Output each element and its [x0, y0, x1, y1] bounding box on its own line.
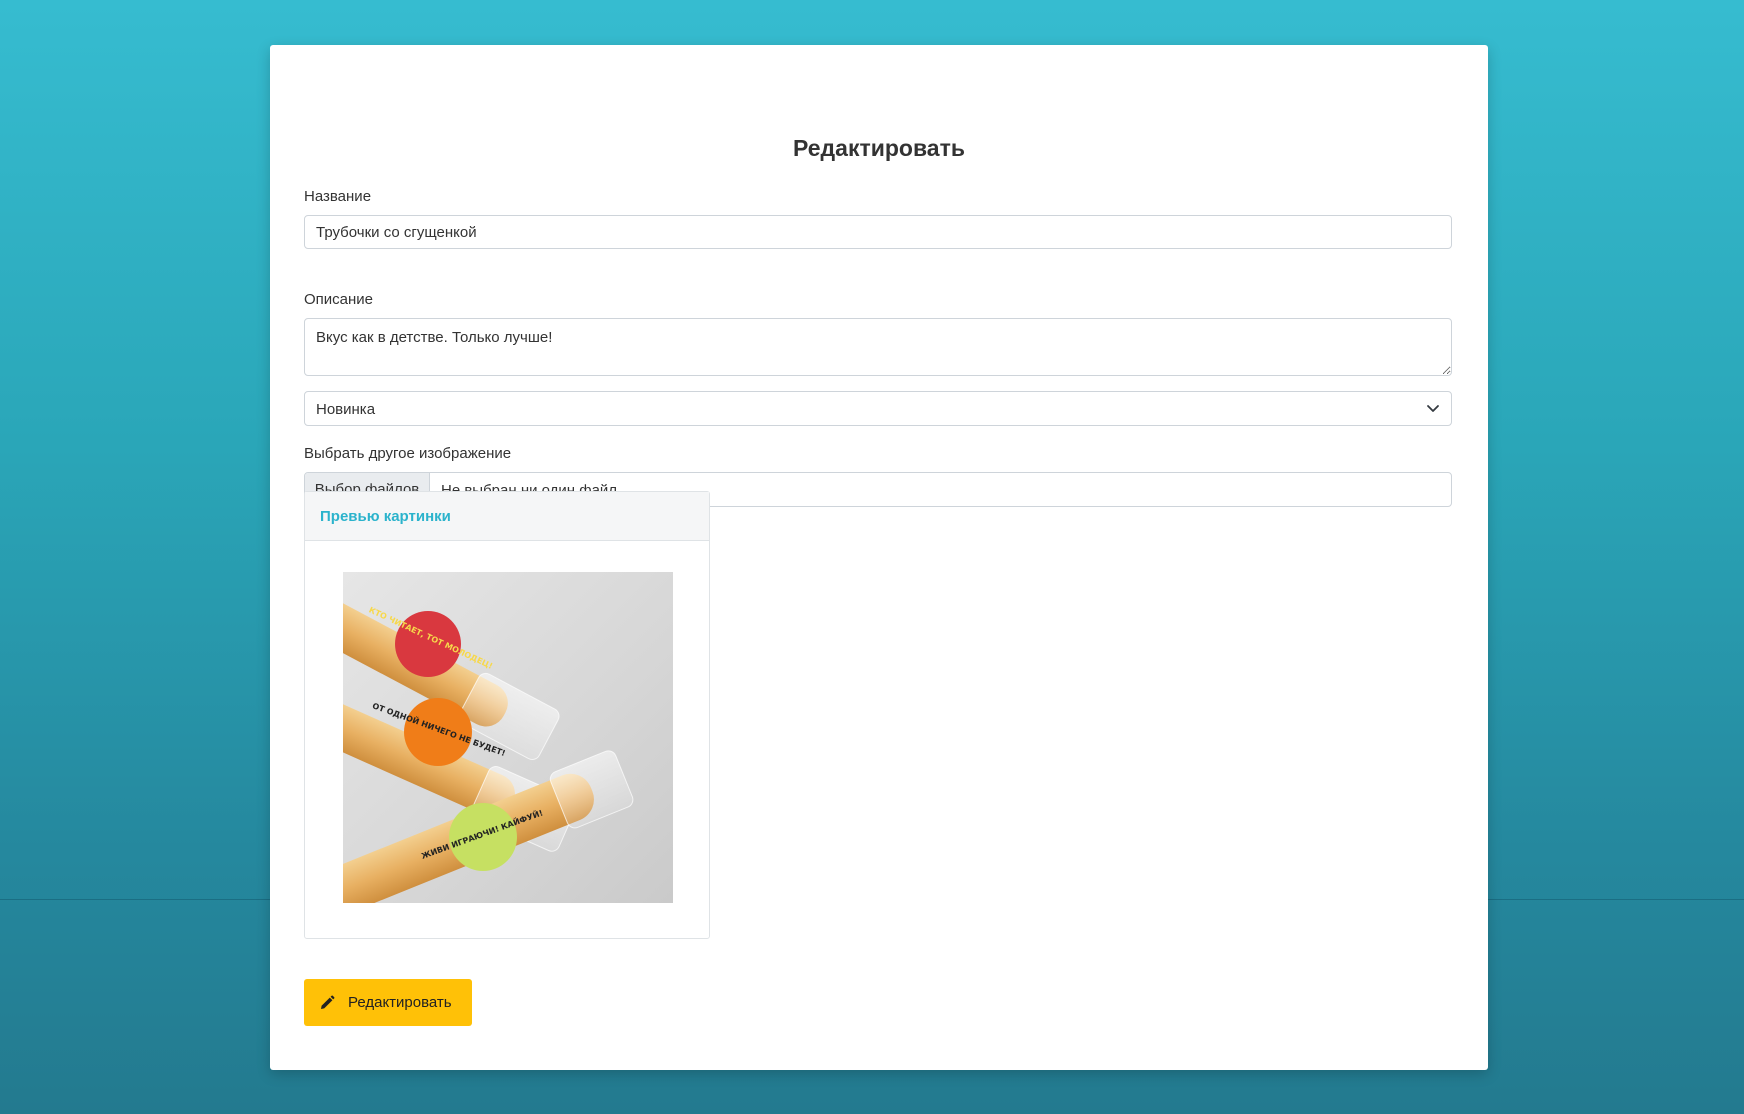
status-select-value: Новинка	[316, 401, 376, 418]
preview-header: Превью картинки	[305, 492, 709, 541]
edit-form-card: Редактировать Название Описание Вкус как…	[270, 45, 1488, 1070]
description-textarea[interactable]: Вкус как в детстве. Только лучше!	[304, 318, 1452, 376]
chevron-down-icon	[1427, 405, 1439, 412]
pencil-icon	[321, 995, 335, 1009]
image-label: Выбрать другое изображение	[304, 445, 512, 462]
edit-submit-button[interactable]: Редактировать	[304, 979, 472, 1026]
product-photo-illustration: КТО ЧИТАЕТ, ТОТ МОЛОДЕЦ! ОТ ОДНОЙ НИЧЕГО…	[343, 589, 634, 903]
name-input[interactable]	[304, 215, 1452, 249]
description-label: Описание	[304, 291, 374, 308]
edit-submit-label: Редактировать	[348, 994, 452, 1011]
preview-image: КТО ЧИТАЕТ, ТОТ МОЛОДЕЦ! ОТ ОДНОЙ НИЧЕГО…	[343, 572, 673, 903]
page-title: Редактировать	[793, 135, 965, 161]
name-label: Название	[304, 188, 372, 205]
image-preview-panel: Превью картинки КТО ЧИТАЕТ, ТОТ МОЛОДЕЦ!…	[304, 491, 710, 939]
status-select[interactable]: Новинка	[304, 391, 1452, 426]
